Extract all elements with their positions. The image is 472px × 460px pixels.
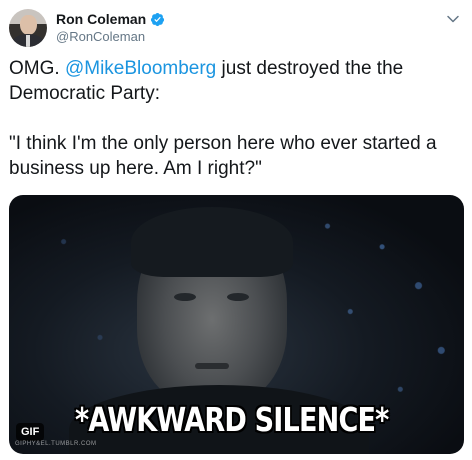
gif-caption: *AWKWARD SILENCE* (75, 400, 389, 439)
author-name-row: Ron Coleman (56, 10, 165, 28)
avatar-face (20, 15, 37, 35)
tweet-body: OMG. @MikeBloomberg just destroyed the t… (9, 56, 461, 181)
verified-badge-icon (150, 12, 165, 27)
tweet-quote: "I think I'm the only person here who ev… (9, 133, 437, 179)
media-person-hair (131, 207, 293, 277)
media-person-eye-right (227, 293, 249, 301)
avatar[interactable] (9, 9, 47, 47)
gif-watermark: GIPHY&EL.TUMBLR.COM (15, 441, 97, 447)
tweet-card: Ron Coleman @RonColeman OMG. @MikeBloomb… (0, 0, 472, 460)
tweet-text-prefix: OMG. (9, 58, 65, 79)
mention-link[interactable]: @MikeBloomberg (65, 58, 216, 79)
author-handle[interactable]: @RonColeman (56, 29, 165, 44)
gif-media[interactable]: *AWKWARD SILENCE* GIF GIPHY&EL.TUMBLR.CO… (9, 195, 464, 454)
author-display-name[interactable]: Ron Coleman (56, 11, 146, 27)
gif-badge: GIF (16, 423, 45, 441)
chevron-down-icon[interactable] (446, 12, 460, 26)
avatar-tie (26, 35, 30, 47)
author-block: Ron Coleman @RonColeman (56, 10, 165, 44)
media-person-mouth (195, 363, 229, 369)
media-person-eye-left (174, 293, 196, 301)
tweet-paragraph-1: OMG. @MikeBloomberg just destroyed the t… (9, 56, 461, 106)
